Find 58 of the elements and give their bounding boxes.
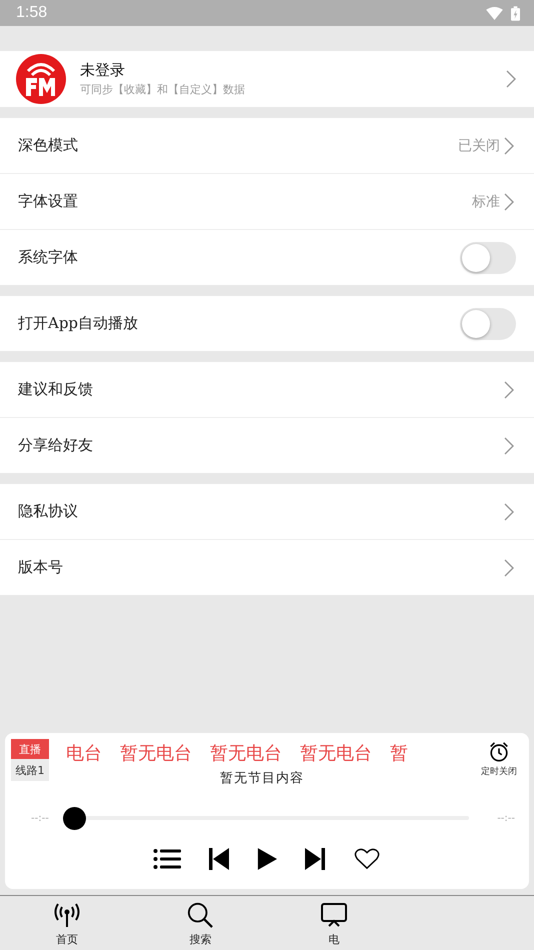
setting-label: 深色模式 — [18, 136, 79, 155]
live-badge: 直播 — [11, 739, 49, 759]
total-time: --:-- — [497, 812, 515, 824]
status-time: 1:58 — [16, 4, 48, 22]
nav-tab[interactable]: 电 — [267, 896, 400, 950]
station-name: 暂无电台 — [300, 742, 372, 765]
previous-icon[interactable] — [209, 848, 229, 870]
chevron-icon — [506, 70, 516, 88]
play-icon[interactable] — [257, 848, 277, 870]
elapsed-time: --:-- — [31, 812, 49, 824]
line-selector[interactable]: 线路1 — [11, 759, 49, 781]
search-icon — [186, 902, 214, 928]
settings-row[interactable]: 隐私协议 — [0, 484, 534, 540]
settings-row[interactable]: 系统字体 — [0, 230, 534, 285]
setting-label: 隐私协议 — [18, 502, 79, 521]
station-name: 暂无电台 — [210, 742, 282, 765]
login-status: 未登录 — [80, 61, 126, 80]
playlist-icon[interactable] — [153, 848, 181, 870]
heart-icon[interactable] — [353, 848, 381, 870]
setting-label: 版本号 — [18, 558, 64, 577]
tv-icon — [320, 902, 348, 928]
battery-icon — [511, 6, 520, 20]
setting-value: 已关闭 — [458, 136, 500, 154]
setting-label: 分享给好友 — [18, 436, 94, 455]
setting-label: 打开App自动播放 — [18, 314, 140, 333]
toggle-switch[interactable] — [460, 308, 516, 340]
settings-row[interactable]: 深色模式 已关闭 — [0, 118, 534, 174]
nav-tab[interactable]: 首页 — [0, 896, 134, 950]
settings-row[interactable]: 字体设置 标准 — [0, 174, 534, 230]
chevron-icon — [504, 136, 514, 154]
station-name: 暂无电台 — [120, 742, 192, 765]
chevron-icon — [504, 558, 514, 576]
toggle-switch[interactable] — [460, 242, 516, 274]
progress-slider[interactable] — [62, 806, 470, 830]
program-title: 暂无节目内容 — [220, 770, 304, 787]
fm-logo-icon — [16, 54, 66, 104]
setting-label: 建议和反馈 — [18, 380, 94, 399]
sleep-timer-button[interactable]: 定时关闭 — [475, 739, 523, 795]
chevron-icon — [504, 436, 514, 454]
next-icon[interactable] — [305, 848, 325, 870]
sync-hint: 可同步【收藏】和【自定义】数据 — [80, 82, 246, 97]
chevron-icon — [504, 502, 514, 520]
settings-row[interactable]: 打开App自动播放 — [0, 296, 534, 351]
account-row[interactable]: 未登录 可同步【收藏】和【自定义】数据 — [0, 51, 534, 107]
alarm-clock-icon — [488, 741, 510, 763]
settings-row[interactable]: 建议和反馈 — [0, 362, 534, 418]
station-name: 电台 — [66, 742, 102, 765]
settings-row[interactable]: 版本号 — [0, 540, 534, 595]
nav-tab[interactable]: 搜索 — [134, 896, 267, 950]
chevron-icon — [504, 380, 514, 398]
settings-row[interactable]: 分享给好友 — [0, 418, 534, 473]
chevron-icon — [504, 192, 514, 210]
setting-value: 标准 — [472, 192, 500, 210]
wifi-icon — [486, 6, 503, 20]
station-name: 暂 — [390, 742, 408, 765]
antenna-icon — [52, 902, 81, 928]
setting-label: 字体设置 — [18, 192, 79, 211]
setting-label: 系统字体 — [18, 248, 79, 267]
